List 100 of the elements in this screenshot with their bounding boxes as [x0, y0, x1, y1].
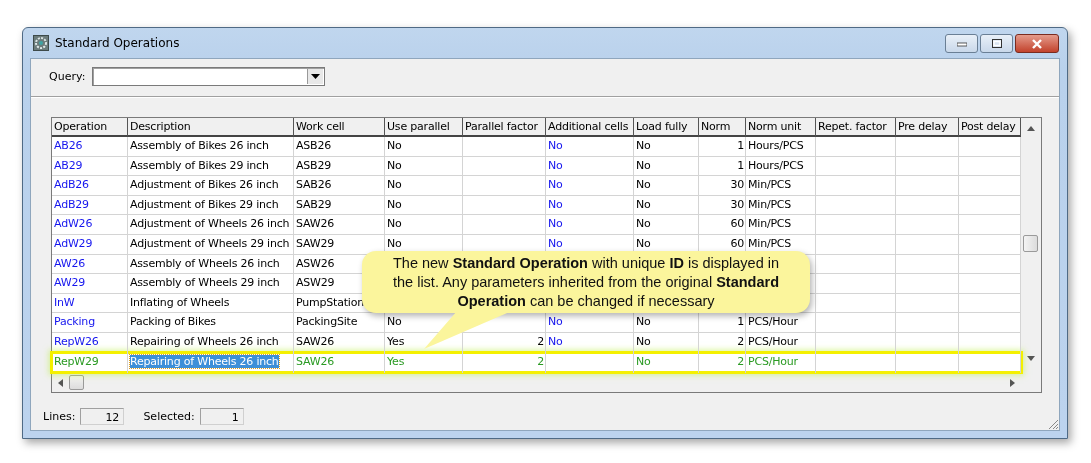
minimize-button[interactable] [945, 34, 978, 53]
table-cell-text: SAW26 [295, 216, 335, 233]
table-cell-text: ASB26 [295, 138, 333, 154]
table-cell-text: No [635, 196, 652, 213]
table-cell-text: Assembly of Wheels 29 inch [129, 275, 281, 292]
table-cell-text: Adjustment of Wheels 29 inch [129, 235, 291, 252]
table-cell-text: 30 [729, 196, 745, 213]
table-cell-text: 2 [536, 333, 545, 350]
table-cell-text: Hours/PCS [747, 157, 805, 174]
table-cell-text: Assembly of Bikes 26 inch [129, 138, 270, 154]
table-cell-text: PCS/Hour [747, 314, 799, 331]
table-cell-text: PackingSite [295, 314, 359, 331]
table-cell-text: No [547, 196, 564, 213]
table-cell-text: No [547, 216, 564, 233]
lines-count: 12 [80, 408, 125, 425]
close-icon [1031, 38, 1043, 49]
scrollbar-thumb[interactable] [69, 375, 84, 391]
scroll-up-icon[interactable] [1026, 126, 1035, 131]
table-cell-text: Hours/PCS [747, 138, 805, 154]
table-cell-text: Yes [386, 353, 406, 370]
table-cell-text: InW [53, 294, 76, 311]
table-cell-text: Assembly of Bikes 29 inch [129, 157, 270, 174]
maximize-button[interactable] [980, 34, 1013, 53]
table-cell-text: No [386, 235, 403, 252]
scroll-down-icon[interactable] [1026, 356, 1035, 361]
query-dropdown[interactable] [92, 67, 326, 86]
table-cell-text: AB26 [53, 138, 84, 154]
table-cell-text: ASW29 [295, 275, 336, 292]
highlighted-row[interactable]: RepW29 Repairing of Wheels 26 inch SAW26 Yes 2 No 2 PCS/Hour [52, 352, 1021, 373]
table-cell-text: 2 [736, 333, 745, 350]
table-cell-text: Adjustment of Wheels 26 inch [129, 216, 291, 233]
table-cell-text: No [635, 138, 652, 154]
table-cell-text: No [635, 157, 652, 174]
table-cell-text: ASB29 [295, 157, 333, 174]
table-cell-text: PCS/Hour [747, 333, 799, 350]
table-cell-text: Packing of Bikes [129, 314, 217, 331]
table-cell-text: Repairing of Wheels 26 inch [129, 333, 280, 350]
table-cell-text: SAB26 [295, 177, 333, 194]
table-cell-text: 2 [736, 353, 745, 370]
table-cell-text: No [635, 333, 652, 350]
table-cell-text: No [635, 216, 652, 233]
table-cell-text: AdB29 [53, 196, 90, 213]
table-cell-text: AB29 [53, 157, 84, 174]
table-cell-text: Assembly of Wheels 26 inch [129, 255, 281, 272]
callout-text: The new Standard Operation with unique ID is displayed in the list. Any parameters inherited from the original Standard Operation can be changed if necessary [391, 253, 780, 311]
table-cell-text: No [547, 177, 564, 194]
table-cell-text: No [635, 235, 652, 252]
window-title: Standard Operations [55, 36, 180, 50]
table-cell-text: No [386, 196, 403, 213]
table-cell-text: AW29 [53, 275, 86, 292]
table-cell-text: Min/PCS [747, 235, 793, 252]
table-cell-text: Repairing of Wheels 26 inch [129, 353, 280, 370]
table-cell-text: SAW26 [295, 353, 335, 370]
table-cell-text: No [547, 157, 564, 174]
scrollbar-thumb[interactable] [1023, 235, 1038, 252]
gear-icon [33, 35, 49, 51]
scroll-right-icon[interactable] [1010, 378, 1015, 387]
table-cell-text: Inflating of Wheels [129, 294, 231, 311]
horizontal-scrollbar[interactable] [52, 372, 1021, 393]
table-cell-text: No [386, 138, 403, 154]
table-cell-text: No [547, 138, 564, 154]
table-cell-text: No [635, 177, 652, 194]
table-cell-text: Min/PCS [747, 177, 793, 194]
table-cell-text: No [635, 353, 652, 370]
table-cell-text: AdW29 [53, 235, 94, 252]
table-cell-text: Packing [53, 314, 96, 331]
resize-grip-icon[interactable] [1047, 418, 1059, 430]
selected-count: 1 [199, 408, 244, 425]
query-label: Query: [49, 70, 86, 83]
table-cell-text: 30 [729, 177, 745, 194]
table-cell-text: 60 [729, 235, 745, 252]
table-cell-text: 60 [729, 216, 745, 233]
table-cell-text: No [547, 333, 564, 350]
maximize-icon [991, 39, 1002, 48]
table-cell-text: No [386, 157, 403, 174]
table-cell-text: Yes [386, 333, 406, 350]
table-cell-text: Adjustment of Bikes 29 inch [129, 196, 280, 213]
table-cell-text: RepW26 [53, 333, 100, 350]
table-cell-text: 1 [736, 314, 745, 331]
table-cell-text: No [386, 177, 403, 194]
close-button[interactable] [1015, 34, 1059, 53]
minimize-icon [956, 40, 967, 47]
table-cell-text: No [547, 314, 564, 331]
table-cell-text: Min/PCS [747, 196, 793, 213]
table-cell-text: ASW26 [295, 255, 336, 272]
table-cell-text: SAW26 [295, 333, 335, 350]
table-cell-text: 1 [736, 157, 745, 174]
table-cell-text: AdB26 [53, 177, 90, 194]
table-cell-text: AW26 [53, 255, 86, 272]
lines-label: Lines: [43, 410, 76, 423]
scroll-left-icon[interactable] [58, 378, 63, 387]
table-cell-text: AdW26 [53, 216, 94, 233]
selected-label: Selected: [143, 410, 195, 423]
table-cell-text: No [386, 314, 403, 331]
table-cell-text: No [386, 216, 403, 233]
table-cell-text: Adjustment of Bikes 26 inch [129, 177, 280, 194]
dropdown-arrow-icon[interactable] [311, 74, 321, 79]
table-cell-text: No [547, 235, 564, 252]
table-cell-text: No [635, 314, 652, 331]
table-cell-text: PumpStation [295, 294, 366, 311]
